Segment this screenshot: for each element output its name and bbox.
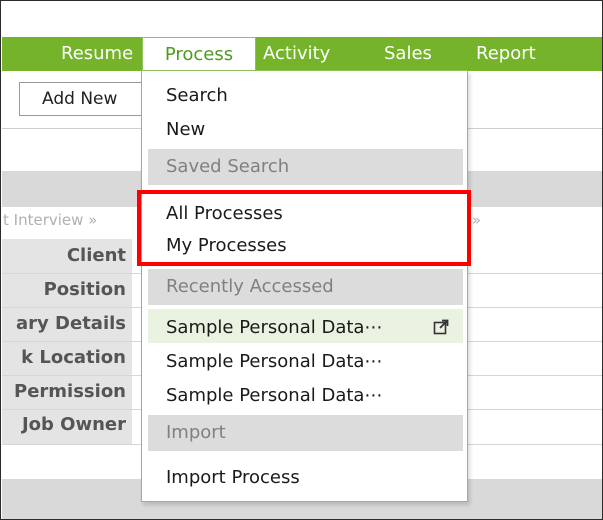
nav-item-activity[interactable]: Activity <box>263 37 330 71</box>
nav-item-sales[interactable]: Sales <box>384 37 432 71</box>
process-dropdown-menu: Search New Saved Search All Processes My… <box>141 70 468 502</box>
menu-item-new[interactable]: New <box>166 119 205 140</box>
label-client: Client <box>66 245 126 266</box>
breadcrumb-step[interactable]: t Interview » <box>3 211 97 229</box>
label-work-location: k Location <box>21 347 126 368</box>
menu-item-recent-3[interactable]: Sample Personal Data⋯ <box>166 385 382 406</box>
menu-item-import-process[interactable]: Import Process <box>166 467 300 488</box>
menu-item-recent-1[interactable]: Sample Personal Data⋯ <box>166 317 382 338</box>
external-link-icon[interactable] <box>433 319 449 335</box>
nav-item-resume[interactable]: Resume <box>61 37 133 71</box>
add-new-button[interactable]: Add New <box>19 82 147 116</box>
app-window: Resume Process Activity Sales Report Add… <box>0 0 603 520</box>
menu-item-my-processes[interactable]: My Processes <box>166 235 287 256</box>
menu-section-saved-search: Saved Search <box>148 149 463 185</box>
label-job-owner: Job Owner <box>21 414 126 435</box>
menu-item-all-processes[interactable]: All Processes <box>166 203 283 224</box>
menu-item-recent-2[interactable]: Sample Personal Data⋯ <box>166 351 382 372</box>
label-salary-details: ary Details <box>16 313 126 334</box>
menu-section-recently-accessed: Recently Accessed <box>148 269 463 305</box>
label-permission: Permission <box>14 381 126 402</box>
nav-item-report[interactable]: Report <box>476 37 536 71</box>
menu-section-import: Import <box>148 415 463 451</box>
menu-item-search[interactable]: Search <box>166 85 228 106</box>
label-position: Position <box>43 279 126 300</box>
nav-item-process[interactable]: Process <box>142 37 256 71</box>
